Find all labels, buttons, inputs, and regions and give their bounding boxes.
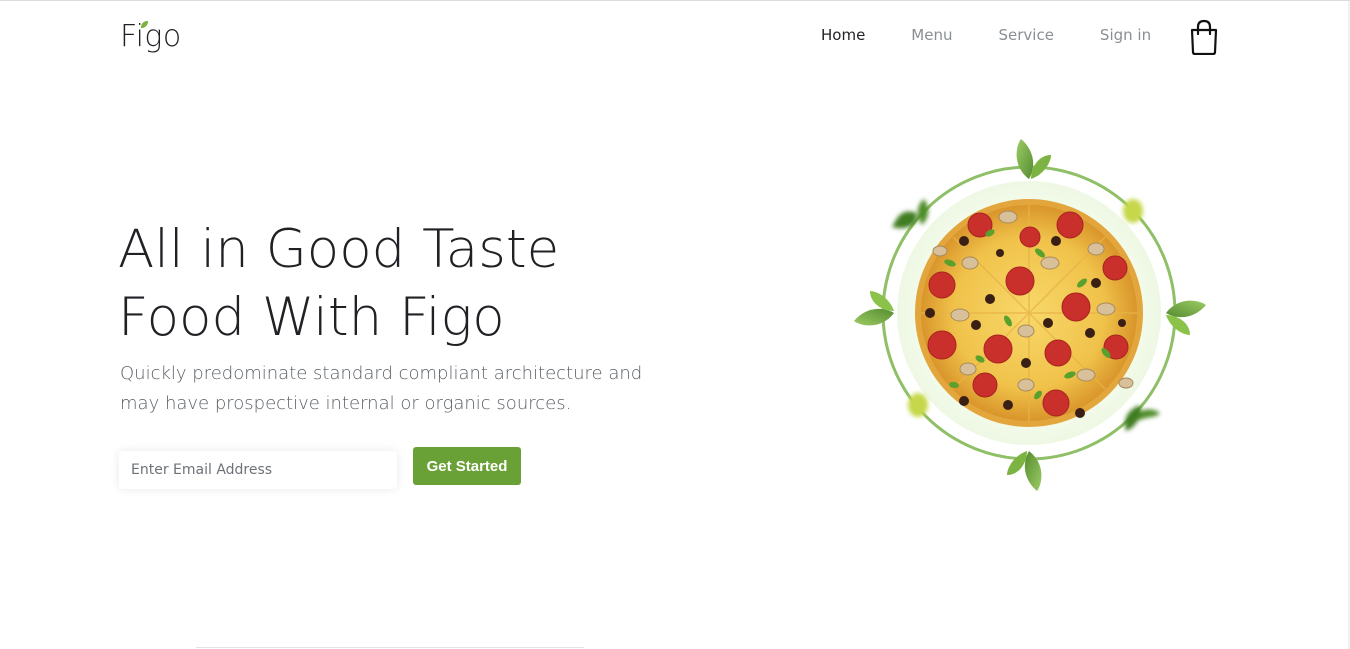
get-started-button[interactable]: Get Started bbox=[413, 447, 521, 485]
nav-item-sign-in[interactable]: Sign in bbox=[1100, 25, 1151, 45]
hero-title: All in Good Taste Food With Figo bbox=[118, 216, 718, 352]
email-input[interactable] bbox=[119, 451, 397, 489]
landing-page: Figo Home Menu Service Sign in All in Go… bbox=[0, 0, 1350, 649]
hero-subtitle: Quickly predominate standard compliant a… bbox=[120, 363, 643, 414]
pizza-hero-image bbox=[854, 139, 1206, 491]
section-divider bbox=[196, 647, 584, 648]
main-navigation: Home Menu Service Sign in bbox=[821, 25, 1151, 45]
nav-item-menu[interactable]: Menu bbox=[911, 25, 952, 45]
brand-logo[interactable]: Figo bbox=[120, 19, 182, 54]
hero-title-line-2: Food With Figo bbox=[118, 287, 505, 348]
shopping-bag-icon[interactable] bbox=[1189, 19, 1219, 55]
nav-item-home[interactable]: Home bbox=[821, 25, 865, 45]
hero-title-line-1: All in Good Taste bbox=[118, 219, 560, 280]
logo-leaf-icon bbox=[140, 20, 149, 29]
nav-item-service[interactable]: Service bbox=[998, 25, 1053, 45]
